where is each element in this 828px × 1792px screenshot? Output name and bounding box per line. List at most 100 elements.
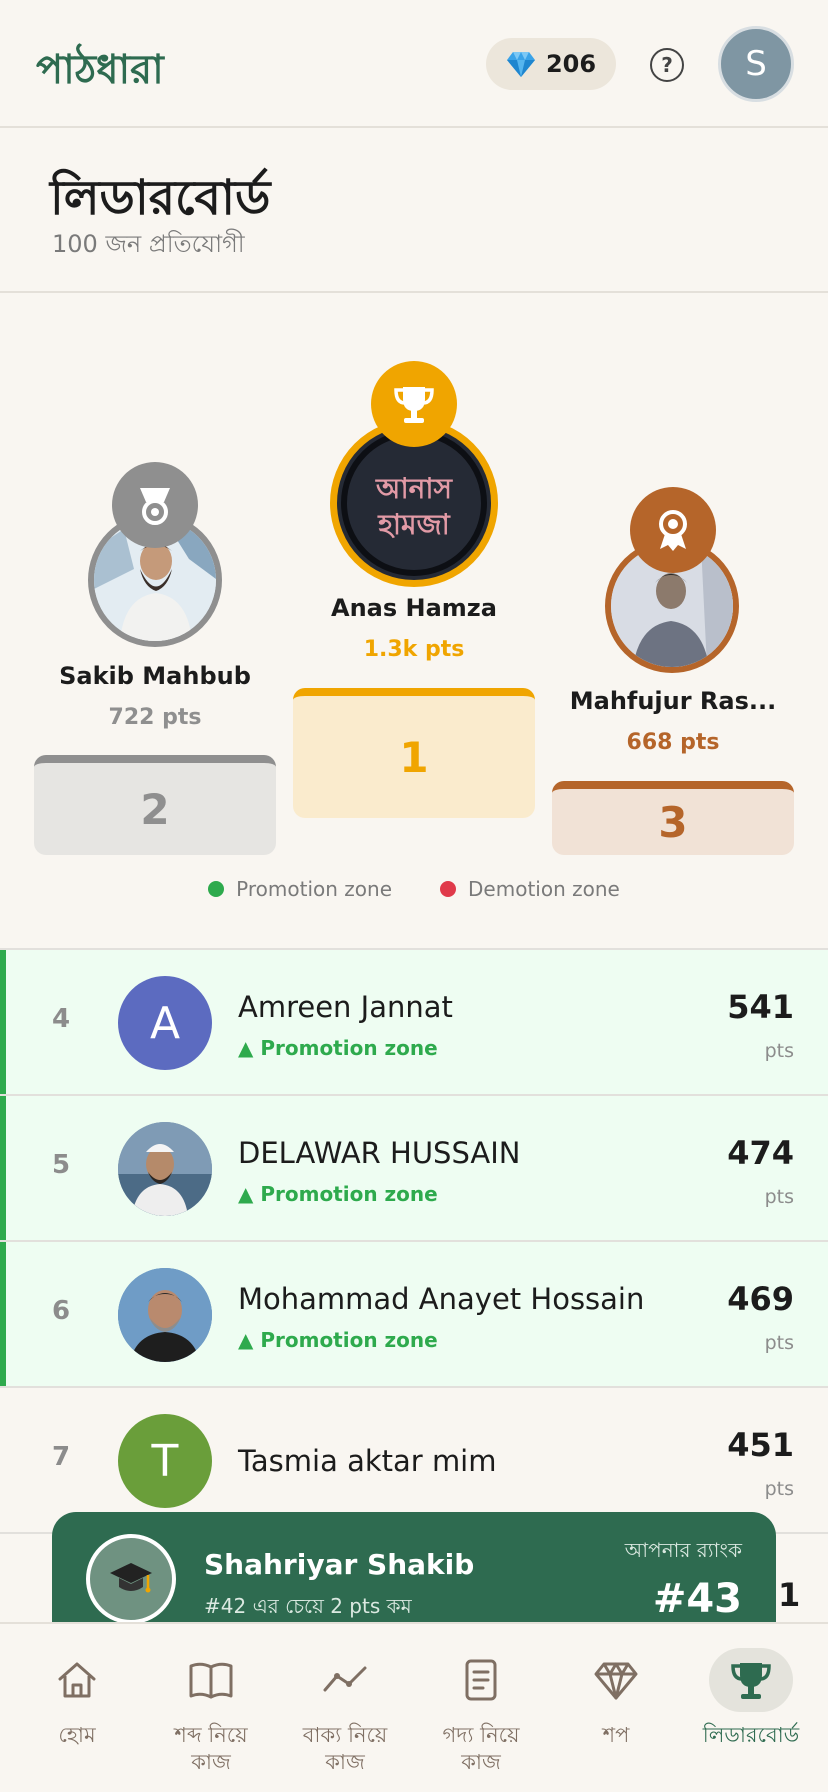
person-photo-icon <box>118 1268 212 1362</box>
row-rank: 7 <box>52 1442 71 1472</box>
nav-prose[interactable]: গদ্য নিয়ে কাজ <box>412 1624 550 1792</box>
row-name: DELAWAR HUSSAIN <box>238 1136 521 1170</box>
top-app-bar: পাঠধারা 206 ? S <box>0 0 828 128</box>
row-rank: 4 <box>52 1004 71 1034</box>
row-points: 474 <box>727 1134 794 1172</box>
nav-sentences-icon-wrap <box>303 1648 387 1712</box>
third-place-points: 668 pts <box>626 730 720 755</box>
medal-icon <box>140 488 170 525</box>
nav-sentences-label: বাক্য নিয়ে কাজ <box>302 1723 388 1774</box>
help-icon: ? <box>661 53 673 77</box>
nav-home-icon-wrap <box>35 1648 119 1712</box>
legend-demotion-label: Demotion zone <box>468 877 620 901</box>
help-button[interactable]: ? <box>650 48 684 82</box>
nav-words[interactable]: শব্দ নিয়ে কাজ <box>142 1624 280 1792</box>
row-zone-badge: ▲ Promotion zone <box>238 1036 438 1060</box>
my-rank-label: আপনার র‍্যাংক <box>624 1538 742 1562</box>
home-icon <box>58 1662 96 1698</box>
partial-row-points: 1 <box>778 1576 801 1614</box>
avatar-initial: T <box>151 1435 179 1487</box>
nav-home-label: হোম <box>58 1723 96 1747</box>
gem-balance[interactable]: 206 <box>486 38 616 90</box>
nav-words-label: শব্দ নিয়ে কাজ <box>174 1723 248 1774</box>
diamond-icon <box>594 1662 638 1700</box>
row-points-label: pts <box>764 1478 794 1500</box>
bottom-navigation: হোম শব্দ নিয়ে কাজ বাক্য নিয়ে কাজ গদ্য … <box>0 1622 828 1792</box>
row-points-label: pts <box>764 1186 794 1208</box>
avatar: T <box>118 1414 212 1508</box>
row-points-label: pts <box>764 1332 794 1354</box>
logo-avatar-image: আনাস হামজা <box>341 430 487 576</box>
table-row[interactable]: 4 A Amreen Jannat ▲ Promotion zone 541 p… <box>0 948 828 1094</box>
avatar-initial: S <box>745 44 767 84</box>
my-avatar <box>86 1534 176 1624</box>
nav-home[interactable]: হোম <box>8 1624 146 1792</box>
nav-sentences[interactable]: বাক্য নিয়ে কাজ <box>276 1624 414 1792</box>
row-name: Amreen Jannat <box>238 990 453 1024</box>
podium: Sakib Mahbub 722 pts 2 আনাস হামজা Anas H… <box>0 295 828 950</box>
row-points-label: pts <box>764 1040 794 1062</box>
first-place-number: 1 <box>399 732 429 782</box>
nav-shop-icon-wrap <box>574 1648 658 1712</box>
nav-shop[interactable]: শপ <box>547 1624 685 1792</box>
first-place-points: 1.3k pts <box>363 637 465 662</box>
document-icon <box>465 1659 497 1701</box>
nav-shop-label: শপ <box>602 1723 630 1747</box>
legend-promotion: Promotion zone <box>208 877 392 901</box>
nav-leaderboard-icon-wrap <box>709 1648 793 1712</box>
trophy-icon <box>394 387 434 423</box>
book-icon <box>189 1662 233 1699</box>
nav-words-icon-wrap <box>169 1648 253 1712</box>
row-name: Tasmia aktar mim <box>238 1444 497 1478</box>
silver-medal-badge <box>112 462 198 548</box>
table-row[interactable]: 6 Mohammad Anayet Hossain ▲ Promotion zo… <box>0 1240 828 1386</box>
participant-count: 100 জন প্রতিযোগী <box>52 230 245 258</box>
second-place-name: Sakib Mahbub <box>59 662 251 690</box>
row-zone-badge: ▲ Promotion zone <box>238 1328 438 1352</box>
avatar-logo-text-bottom: হামজা <box>377 508 450 541</box>
nav-prose-icon-wrap <box>439 1648 523 1712</box>
row-rank: 6 <box>52 1296 71 1326</box>
trend-icon <box>323 1666 367 1692</box>
row-rank: 5 <box>52 1150 71 1180</box>
diamond-icon <box>506 52 535 77</box>
gem-count: 206 <box>545 50 597 78</box>
nav-leaderboard-label: লিডারবোর্ড <box>702 1723 800 1747</box>
avatar: A <box>118 976 212 1070</box>
my-rank-card[interactable]: Shahriyar Shakib #42 এর চেয়ে 2 pts কম আ… <box>52 1512 776 1630</box>
nav-prose-label: গদ্য নিয়ে কাজ <box>442 1723 520 1774</box>
leaderboard-header: লিডারবোর্ড 100 জন প্রতিযোগী <box>0 130 828 293</box>
first-place-block: 1 <box>293 688 535 818</box>
table-row[interactable]: 7 T Tasmia aktar mim 451 pts <box>0 1386 828 1532</box>
second-place-block: 2 <box>34 755 276 855</box>
trophy-icon <box>731 1663 771 1699</box>
row-zone-badge: ▲ Promotion zone <box>238 1182 438 1206</box>
table-row[interactable]: 5 DELAWAR HUSSAIN ▲ Promotion zone 474 p… <box>0 1094 828 1240</box>
my-rank-value: #43 <box>652 1576 742 1622</box>
my-name: Shahriyar Shakib <box>204 1548 475 1581</box>
profile-avatar-button[interactable]: S <box>718 26 794 102</box>
avatar <box>118 1268 212 1362</box>
my-gap-text: #42 এর চেয়ে 2 pts কম <box>204 1594 412 1618</box>
person-photo-icon <box>118 1122 212 1216</box>
row-points: 541 <box>727 988 794 1026</box>
nav-leaderboard[interactable]: লিডারবোর্ড <box>682 1624 820 1792</box>
row-points: 469 <box>727 1280 794 1318</box>
app-logo: পাঠধারা <box>36 47 164 93</box>
avatar-initial: A <box>149 997 181 1049</box>
graduation-cap-icon <box>110 1563 152 1593</box>
avatar <box>118 1122 212 1216</box>
row-name: Mohammad Anayet Hossain <box>238 1282 645 1316</box>
third-place-block: 3 <box>552 781 794 855</box>
third-place-number: 3 <box>658 797 688 847</box>
award-ribbon-icon <box>659 510 687 551</box>
bronze-award-badge <box>630 487 716 573</box>
legend-demotion: Demotion zone <box>440 877 620 901</box>
promotion-dot-icon <box>208 881 225 897</box>
second-place-number: 2 <box>140 784 170 834</box>
gold-trophy-badge <box>371 361 457 447</box>
demotion-dot-icon <box>440 881 457 897</box>
first-place-name: Anas Hamza <box>331 594 497 622</box>
zone-legend: Promotion zone Demotion zone <box>0 877 828 901</box>
second-place-points: 722 pts <box>108 705 202 730</box>
